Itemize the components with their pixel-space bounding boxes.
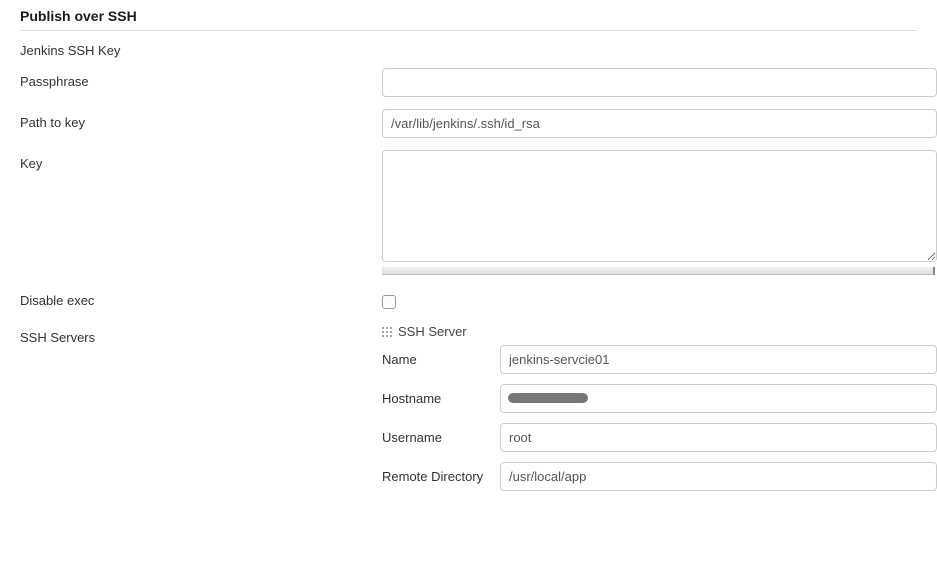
name-label: Name bbox=[382, 352, 500, 367]
passphrase-input[interactable] bbox=[382, 68, 937, 97]
disable-exec-label: Disable exec bbox=[20, 287, 382, 308]
textarea-resize-handle[interactable] bbox=[382, 267, 935, 275]
ssh-server-header-label: SSH Server bbox=[398, 324, 467, 339]
passphrase-row: Passphrase bbox=[0, 62, 937, 103]
section-divider bbox=[20, 30, 917, 31]
username-row: Username bbox=[382, 423, 937, 452]
ssh-server-header: SSH Server bbox=[382, 324, 937, 339]
disable-exec-checkbox[interactable] bbox=[382, 295, 396, 309]
passphrase-label: Passphrase bbox=[20, 68, 382, 89]
disable-exec-row: Disable exec bbox=[0, 281, 937, 318]
hostname-label: Hostname bbox=[382, 391, 500, 406]
remote-directory-label: Remote Directory bbox=[382, 469, 500, 484]
jenkins-ssh-key-label: Jenkins SSH Key bbox=[0, 37, 937, 62]
path-to-key-label: Path to key bbox=[20, 109, 382, 130]
name-row: Name bbox=[382, 345, 937, 374]
ssh-servers-label: SSH Servers bbox=[20, 324, 382, 345]
key-row: Key bbox=[0, 144, 937, 281]
key-label: Key bbox=[20, 150, 382, 171]
remote-directory-row: Remote Directory bbox=[382, 462, 937, 491]
remote-directory-input[interactable] bbox=[500, 462, 937, 491]
drag-handle-icon[interactable] bbox=[382, 327, 392, 337]
key-textarea[interactable] bbox=[382, 150, 937, 262]
section-title: Publish over SSH bbox=[0, 0, 937, 30]
ssh-servers-row: SSH Servers SSH Server Name Hostname bbox=[0, 318, 937, 507]
username-label: Username bbox=[382, 430, 500, 445]
hostname-row: Hostname bbox=[382, 384, 937, 413]
path-to-key-row: Path to key bbox=[0, 103, 937, 144]
path-to-key-input[interactable] bbox=[382, 109, 937, 138]
hostname-redacted bbox=[508, 393, 588, 403]
name-input[interactable] bbox=[500, 345, 937, 374]
username-input[interactable] bbox=[500, 423, 937, 452]
